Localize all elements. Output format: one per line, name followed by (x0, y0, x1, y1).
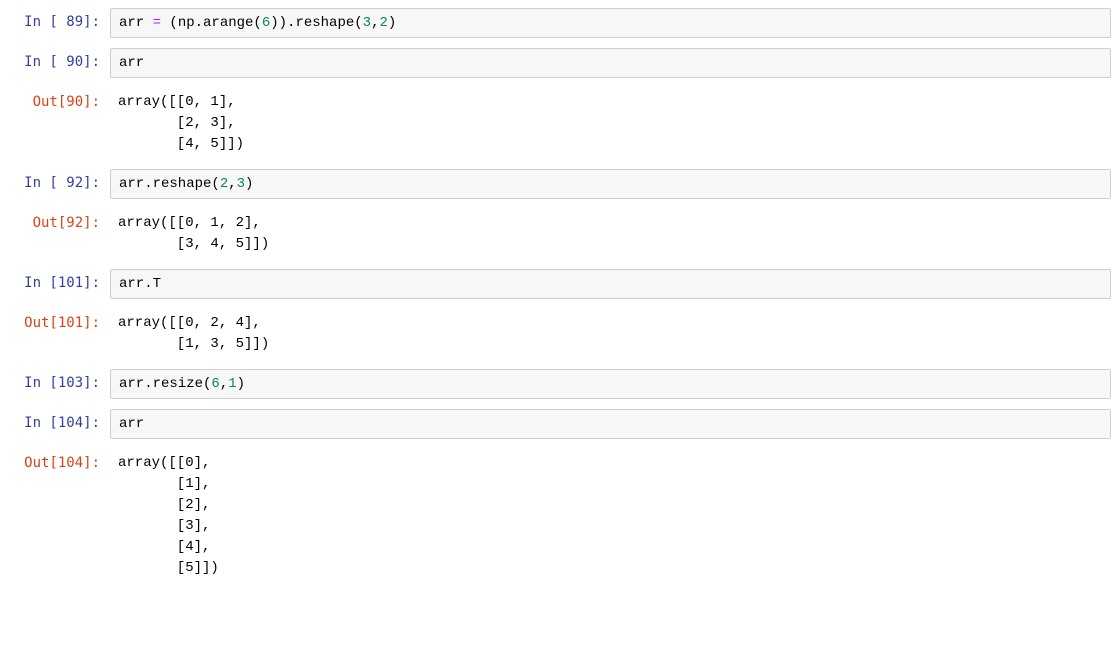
code-output: array([[0], [1], [2], [3], [4], [5]]) (110, 449, 1111, 583)
code-token: 2 (220, 176, 228, 192)
code-token: 6 (262, 15, 270, 31)
code-token: arr.T (119, 276, 161, 292)
input-cell: In [103]:arr.resize(6,1) (0, 369, 1111, 399)
code-token: ) (245, 176, 253, 192)
code-token: 6 (211, 376, 219, 392)
out-prompt: Out[104]: (0, 449, 110, 471)
output-cell: Out[90]:array([[0, 1], [2, 3], [4, 5]]) (0, 88, 1111, 159)
input-cell: In [101]: arr.T (0, 269, 1111, 299)
code-output: array([[0, 2, 4], [1, 3, 5]]) (110, 309, 1111, 359)
input-cell: In [ 89]:arr = (np.arange(6)).reshape(3,… (0, 8, 1111, 38)
output-cell: Out[101]:array([[0, 2, 4], [1, 3, 5]]) (0, 309, 1111, 359)
out-prompt: Out[90]: (0, 88, 110, 110)
code-token: 3 (237, 176, 245, 192)
code-input[interactable]: arr (110, 409, 1111, 439)
code-token: = (153, 15, 161, 31)
code-token: 3 (363, 15, 371, 31)
in-prompt: In [103]: (0, 369, 110, 391)
code-input[interactable]: arr.reshape(2,3) (110, 169, 1111, 199)
out-prompt: Out[92]: (0, 209, 110, 231)
code-token: )).reshape( (270, 15, 362, 31)
in-prompt: In [101]: (0, 269, 110, 291)
code-output: array([[0, 1], [2, 3], [4, 5]]) (110, 88, 1111, 159)
in-prompt: In [104]: (0, 409, 110, 431)
code-token: , (228, 176, 236, 192)
code-input[interactable]: arr = (np.arange(6)).reshape(3,2) (110, 8, 1111, 38)
code-token: ) (237, 376, 245, 392)
output-cell: Out[104]:array([[0], [1], [2], [3], [4],… (0, 449, 1111, 583)
code-token: arr.reshape( (119, 176, 220, 192)
code-token: , (220, 376, 228, 392)
out-prompt: Out[101]: (0, 309, 110, 331)
code-input[interactable]: arr.T (110, 269, 1111, 299)
input-cell: In [ 92]:arr.reshape(2,3) (0, 169, 1111, 199)
code-input[interactable]: arr.resize(6,1) (110, 369, 1111, 399)
code-token: arr (119, 15, 153, 31)
in-prompt: In [ 90]: (0, 48, 110, 70)
code-token: 2 (379, 15, 387, 31)
code-token: arr (119, 55, 144, 71)
output-cell: Out[92]:array([[0, 1, 2], [3, 4, 5]]) (0, 209, 1111, 259)
code-token: ) (388, 15, 396, 31)
jupyter-notebook: In [ 89]:arr = (np.arange(6)).reshape(3,… (0, 8, 1111, 583)
code-token: arr (119, 416, 144, 432)
input-cell: In [104]: arr (0, 409, 1111, 439)
code-token: (np.arange( (161, 15, 262, 31)
in-prompt: In [ 89]: (0, 8, 110, 30)
in-prompt: In [ 92]: (0, 169, 110, 191)
code-input[interactable]: arr (110, 48, 1111, 78)
code-output: array([[0, 1, 2], [3, 4, 5]]) (110, 209, 1111, 259)
input-cell: In [ 90]: arr (0, 48, 1111, 78)
code-token: 1 (228, 376, 236, 392)
code-token: arr.resize( (119, 376, 211, 392)
